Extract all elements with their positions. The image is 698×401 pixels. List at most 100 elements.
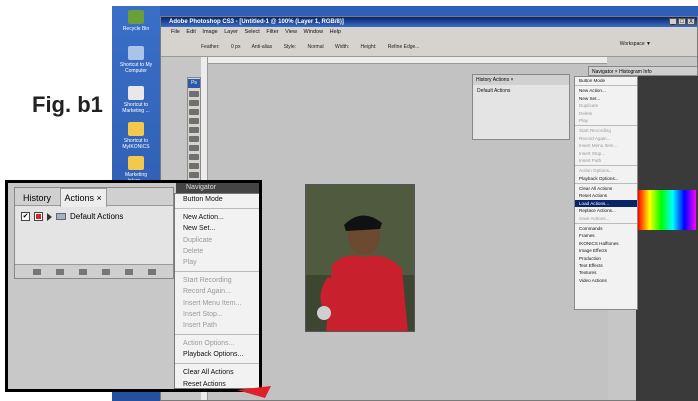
- menu-item-replace-actions[interactable]: Replace Actions...: [575, 207, 637, 214]
- desktop-icon-myikonics[interactable]: Shortcut to MyIKONICS: [116, 122, 156, 150]
- menu-item-delete: Delete: [183, 247, 204, 255]
- menu-item-new-action[interactable]: New Action...: [575, 87, 637, 94]
- menu-separator: [575, 164, 637, 167]
- menu-layer[interactable]: Layer: [224, 29, 238, 35]
- tab-actions[interactable]: Actions ×: [59, 188, 107, 207]
- tab-history[interactable]: History: [476, 77, 492, 83]
- shortcut-icon: [128, 86, 144, 100]
- gradient-tool-icon[interactable]: [189, 172, 199, 178]
- tab-navigator[interactable]: Navigator ×: [592, 69, 618, 75]
- menu-item-clear-all-actions[interactable]: Clear All Actions: [575, 185, 637, 192]
- move-tool-icon[interactable]: [189, 91, 199, 97]
- new-set-icon[interactable]: [101, 268, 110, 275]
- trash-icon[interactable]: [147, 268, 156, 275]
- menu-item-production[interactable]: Production: [575, 255, 637, 262]
- folder-icon: [128, 122, 144, 136]
- feather-label: Feather:: [201, 44, 220, 50]
- menu-view[interactable]: View: [285, 29, 297, 35]
- close-button[interactable]: X: [687, 18, 695, 25]
- menu-separator: [575, 222, 637, 225]
- antialias-checkbox[interactable]: Anti-alias: [252, 44, 273, 50]
- tab-histogram[interactable]: Histogram: [619, 69, 642, 75]
- slice-tool-icon[interactable]: [189, 136, 199, 142]
- menu-item-textures[interactable]: Textures: [575, 269, 637, 276]
- computer-icon: [128, 46, 144, 60]
- action-set-label: Default Actions: [477, 88, 511, 94]
- folder-icon: [56, 213, 66, 220]
- menu-item-save-actions: Save Actions...: [579, 215, 610, 221]
- red-arrow-icon: [237, 386, 271, 398]
- menu-item-duplicate: Duplicate: [579, 103, 599, 109]
- tab-info[interactable]: Info: [643, 69, 651, 75]
- menu-item-clear-all-actions[interactable]: Clear All Actions: [175, 367, 259, 378]
- toggle-checkbox[interactable]: ✔: [21, 212, 30, 221]
- menu-item-reset-actions[interactable]: Reset Actions: [575, 192, 637, 199]
- menu-item-text-effects[interactable]: Text Effects: [575, 262, 637, 269]
- menu-item-insert-stop: Insert Stop...: [183, 310, 223, 318]
- crop-tool-icon[interactable]: [189, 127, 199, 133]
- wand-tool-icon[interactable]: [189, 118, 199, 124]
- menu-item-frames[interactable]: Frames: [575, 232, 637, 239]
- menu-item-load-actions[interactable]: Load Actions...: [575, 199, 637, 208]
- menu-item-button-mode[interactable]: Button Mode: [175, 194, 259, 205]
- menu-image[interactable]: Image: [202, 29, 217, 35]
- menu-separator: [175, 360, 259, 365]
- menu-item-new-set[interactable]: New Set...: [575, 95, 637, 102]
- stamp-tool-icon[interactable]: [189, 154, 199, 160]
- minimize-button[interactable]: _: [669, 18, 677, 25]
- lasso-tool-icon[interactable]: [189, 109, 199, 115]
- play-icon[interactable]: [78, 268, 87, 275]
- desktop-icon-my-computer[interactable]: Shortcut to My Computer: [116, 46, 156, 74]
- horizontal-ruler: [207, 57, 607, 64]
- menu-help[interactable]: Help: [330, 29, 341, 35]
- menu-select[interactable]: Select: [245, 29, 260, 35]
- menu-item-insert-menu-item: Insert Menu Item...: [183, 299, 242, 307]
- brush-tool-icon[interactable]: [189, 145, 199, 151]
- desktop-icon-marketing[interactable]: Shortcut to Marketing ...: [116, 86, 156, 114]
- stop-icon[interactable]: [32, 268, 41, 275]
- eraser-tool-icon[interactable]: [189, 163, 199, 169]
- marquee-tool-icon[interactable]: [189, 100, 199, 106]
- menu-item-button-mode[interactable]: Button Mode: [575, 77, 637, 84]
- menu-item-video-actions[interactable]: Video Actions: [575, 277, 637, 284]
- navigator-tabs: Navigator × Histogram Info: [588, 66, 698, 76]
- tab-history[interactable]: History: [19, 189, 55, 207]
- menu-window[interactable]: Window: [304, 29, 324, 35]
- desktop-icon-label: Shortcut to Marketing ...: [122, 102, 150, 114]
- menu-item-play: Play: [183, 258, 197, 266]
- menu-file[interactable]: File: [171, 29, 180, 35]
- menu-item-insert-path: Insert Path: [183, 321, 217, 329]
- menu-item-new-action[interactable]: New Action...: [175, 212, 259, 223]
- menu-edit[interactable]: Edit: [186, 29, 195, 35]
- feather-input[interactable]: 0 px: [231, 44, 240, 50]
- menu-separator: [575, 182, 637, 185]
- tab-actions[interactable]: Actions ×: [493, 77, 514, 83]
- swatches-panel[interactable]: [638, 190, 696, 230]
- style-label: Style:: [283, 44, 297, 50]
- record-icon[interactable]: [55, 268, 64, 275]
- navigator-tab-zoomed[interactable]: Navigator: [176, 183, 259, 193]
- menu-item-ikonics-halftones[interactable]: IKONICS Halftones: [575, 240, 637, 247]
- menu-item-image-effects[interactable]: Image Effects: [575, 247, 637, 254]
- zoom-callout: History Actions × ✔ Default Actions Navi…: [5, 180, 262, 392]
- expand-arrow-icon[interactable]: [47, 212, 52, 221]
- workspace-button[interactable]: Workspace ▼: [620, 41, 651, 47]
- new-action-icon[interactable]: [124, 268, 133, 275]
- dialog-toggle-icon[interactable]: [34, 212, 43, 221]
- actions-flyout-menu-small: Button Mode New Action... New Set... Duplic…: [574, 76, 638, 310]
- menu-filter[interactable]: Filter: [266, 29, 278, 35]
- action-set-row[interactable]: ✔ Default Actions: [15, 206, 173, 227]
- menu-item-start-recording: Start Recording: [579, 128, 611, 134]
- refine-edge-button[interactable]: Refine Edge...: [388, 44, 420, 50]
- actions-panel-footer: [15, 264, 173, 278]
- menu-item-playback-options[interactable]: Playback Options...: [575, 175, 637, 182]
- menu-item-new-set[interactable]: New Set...: [175, 223, 259, 234]
- desktop-icon-recycle-bin[interactable]: Recycle Bin: [116, 10, 156, 32]
- maximize-button[interactable]: □: [678, 18, 686, 25]
- menu-item-commands[interactable]: Commands: [575, 225, 637, 232]
- menu-item-playback-options[interactable]: Playback Options...: [175, 349, 259, 360]
- window-controls: _ □ X: [668, 18, 695, 25]
- desktop-icon-label: Recycle Bin: [122, 26, 150, 32]
- action-set-row[interactable]: Default Actions: [473, 85, 569, 97]
- style-select[interactable]: Normal: [307, 44, 323, 50]
